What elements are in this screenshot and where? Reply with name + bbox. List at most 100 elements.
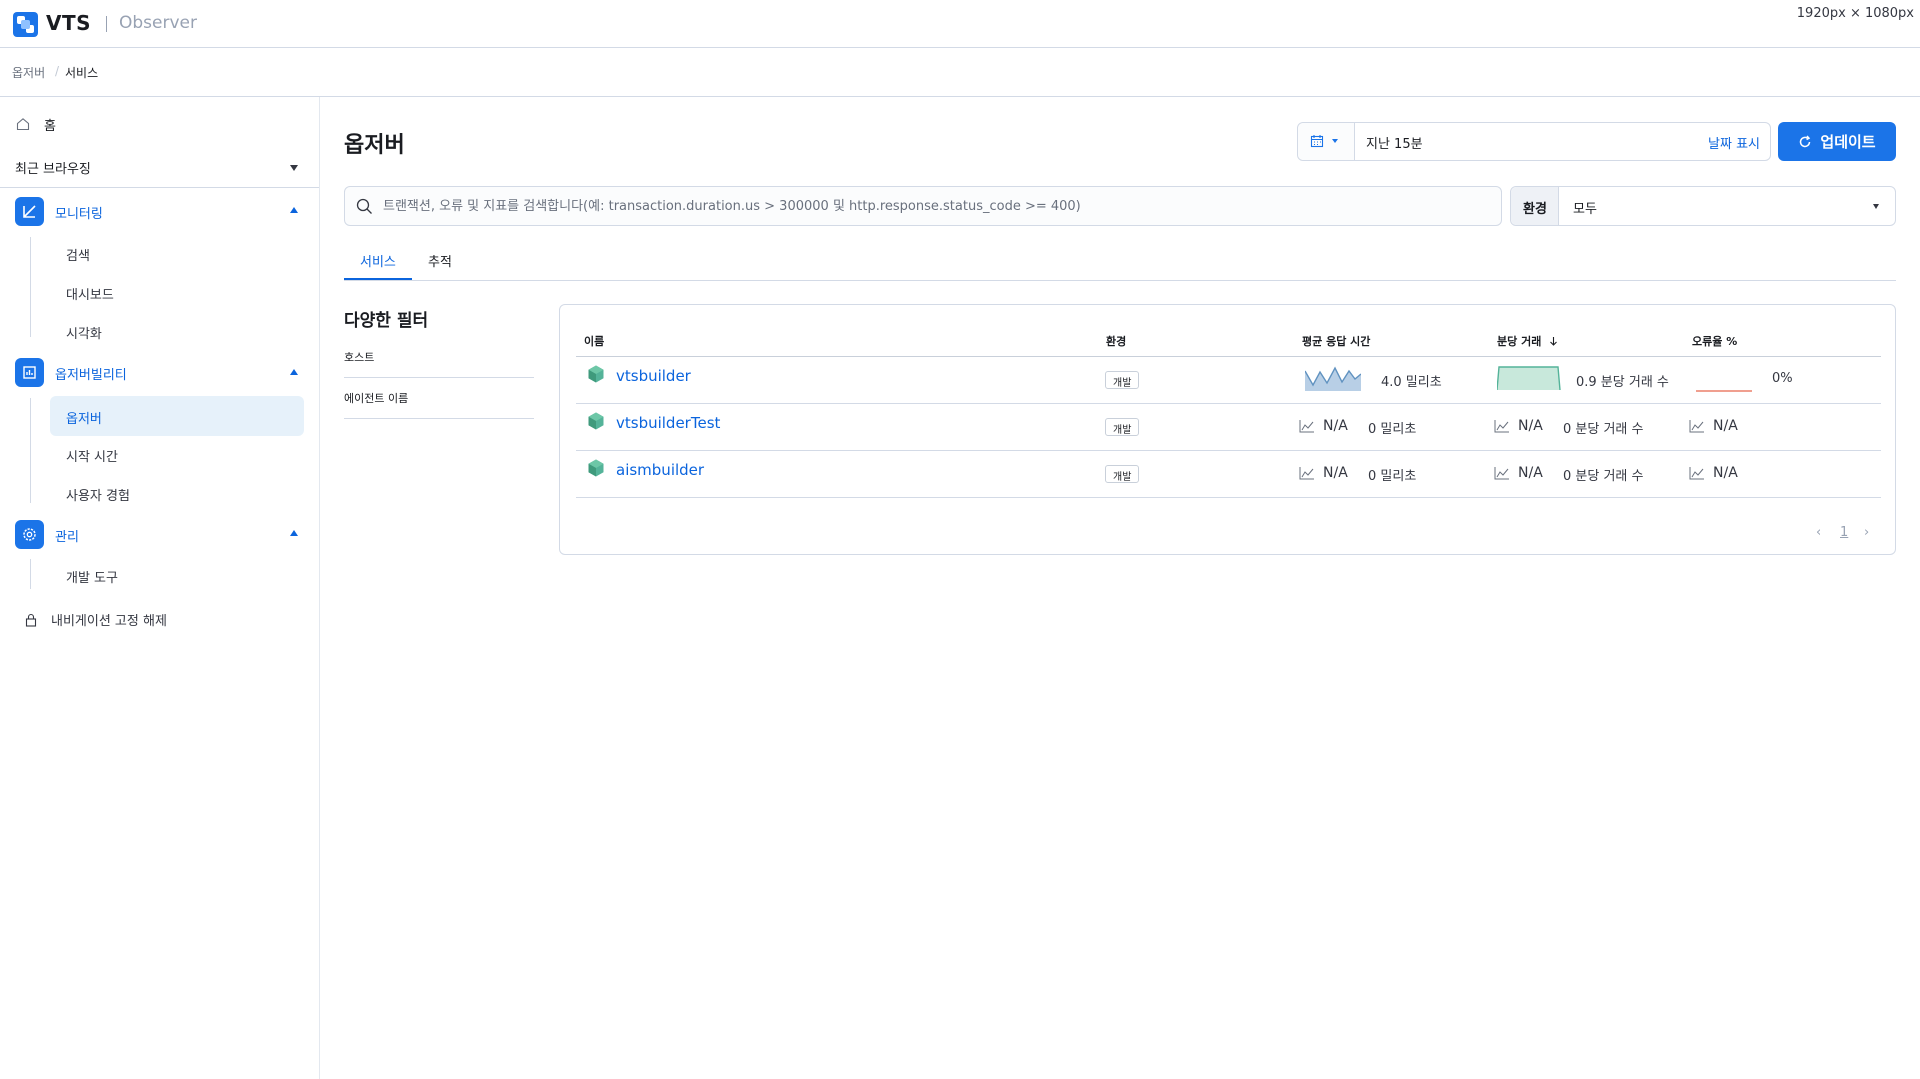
update-button-label: 업데이트 <box>1820 133 1876 151</box>
latency-value: 4.0 밀리초 <box>1381 375 1442 390</box>
sidebar-item-home[interactable]: 홈 <box>16 114 56 134</box>
latency-value: 0 밀리초 <box>1368 469 1417 484</box>
throughput-na: N/A <box>1494 418 1543 434</box>
tab-traces[interactable]: 추적 <box>428 251 452 270</box>
service-name-link[interactable]: aismbuilder <box>616 461 704 479</box>
environment-label: 환경 <box>1511 187 1559 225</box>
error-rate-value: 0% <box>1772 371 1793 386</box>
chart-line-icon <box>1494 420 1509 433</box>
service-icon <box>588 459 604 477</box>
tab-bar: 서비스 추적 <box>344 240 1896 281</box>
date-range-value[interactable]: 지난 15분 <box>1366 133 1423 152</box>
chart-line-icon <box>1689 467 1704 480</box>
sidebar-group-label: 모니터링 <box>55 207 103 222</box>
environment-select[interactable]: 환경 모두 <box>1510 186 1896 226</box>
column-header-latency[interactable]: 평균 응답 시간 <box>1302 333 1370 349</box>
error-rate-value: N/A <box>1713 465 1738 481</box>
page-title: 옵저버 <box>344 133 405 158</box>
sidebar-group-label: 관리 <box>55 530 79 545</box>
screen-size-label: 1920px × 1080px <box>1796 6 1914 21</box>
service-icon <box>588 365 604 383</box>
filters-title: 다양한 필터 <box>344 311 429 331</box>
throughput-value: 0 분당 거래 수 <box>1563 422 1644 437</box>
update-button[interactable]: 업데이트 <box>1778 122 1896 161</box>
tab-services[interactable]: 서비스 <box>360 251 396 270</box>
latency-value: 0 밀리초 <box>1368 422 1417 437</box>
column-header-throughput[interactable]: 분당 거래 <box>1497 333 1558 349</box>
error-rate-na: N/A <box>1689 418 1738 434</box>
logo-text[interactable]: VTS <box>46 11 91 35</box>
latency-na: N/A <box>1299 418 1348 434</box>
sidebar-item-visualize[interactable]: 시각화 <box>66 323 102 342</box>
chevron-up-icon <box>290 207 298 213</box>
throughput-na-label: N/A <box>1518 465 1543 481</box>
monitoring-icon <box>15 197 44 226</box>
service-name-link[interactable]: vtsbuilder <box>616 367 691 385</box>
vts-logo-icon[interactable] <box>13 12 38 37</box>
latency-na-label: N/A <box>1323 418 1348 434</box>
column-header-error-rate[interactable]: 오류율 % <box>1692 333 1737 349</box>
environment-badge: 개발 <box>1105 465 1140 483</box>
environment-badge: 개발 <box>1105 371 1140 389</box>
column-header-label: 분당 거래 <box>1497 335 1542 348</box>
sidebar-item-user-experience[interactable]: 사용자 경험 <box>66 485 130 504</box>
show-dates-link[interactable]: 날짜 표시 <box>1708 133 1760 152</box>
breadcrumb-observer[interactable]: 옵저버 <box>12 64 45 81</box>
sidebar-item-dev-tools[interactable]: 개발 도구 <box>66 567 118 586</box>
environment-badge: 개발 <box>1105 418 1140 436</box>
home-icon <box>16 118 30 131</box>
logo-divider <box>106 16 107 32</box>
column-header-name[interactable]: 이름 <box>584 333 604 349</box>
product-name: Observer <box>119 13 197 33</box>
active-tab-indicator <box>344 278 412 280</box>
sidebar-item-label: 홈 <box>44 118 56 134</box>
observability-icon <box>15 358 44 387</box>
sidebar-item-dashboard[interactable]: 대시보드 <box>66 284 114 303</box>
latency-sparkline <box>1305 366 1361 391</box>
pagination-prev-icon[interactable]: ‹ <box>1816 525 1821 540</box>
nav-tree-line <box>30 398 31 503</box>
chevron-up-icon <box>290 530 298 536</box>
chevron-down-icon <box>1332 139 1338 143</box>
chevron-up-icon <box>290 369 298 375</box>
sidebar-item-search[interactable]: 검색 <box>66 245 90 264</box>
service-icon <box>588 412 604 430</box>
error-rate-na: N/A <box>1689 465 1738 481</box>
unpin-navigation-button[interactable]: 내비게이션 고정 해제 <box>25 610 167 629</box>
top-header: VTS Observer 1920px × 1080px <box>0 0 1920 48</box>
recent-browsing-label: 최근 브라우징 <box>15 162 91 177</box>
pagination-page[interactable]: 1 <box>1840 525 1848 540</box>
latency-na: N/A <box>1299 465 1348 481</box>
sidebar: 홈 최근 브라우징 모니터링 검색 대시보드 시각화 옵저버빌리티 옵저버 시작… <box>0 97 320 1079</box>
throughput-value: 0.9 분당 거래 수 <box>1576 375 1669 390</box>
breadcrumb: 옵저버 / 서비스 <box>0 48 1920 97</box>
lock-icon <box>25 613 37 627</box>
chart-line-icon <box>1299 467 1314 480</box>
sort-descending-icon <box>1550 337 1558 346</box>
breadcrumb-services: 서비스 <box>65 66 99 80</box>
nav-tree-line <box>30 559 31 589</box>
chart-line-icon <box>1494 467 1509 480</box>
sidebar-item-uptime[interactable]: 시작 시간 <box>66 446 118 465</box>
services-table: 이름 환경 평균 응답 시간 분당 거래 오류율 % vtsbuilder 개발… <box>559 304 1896 555</box>
row-divider <box>576 450 1881 451</box>
row-divider <box>576 403 1881 404</box>
throughput-na-label: N/A <box>1518 418 1543 434</box>
environment-value: 모두 <box>1573 202 1597 217</box>
chart-line-icon <box>1299 420 1314 433</box>
service-name-link[interactable]: vtsbuilderTest <box>616 414 720 432</box>
nav-tree-line <box>30 237 31 337</box>
pagination-next-icon[interactable]: › <box>1864 525 1869 540</box>
filter-host[interactable]: 호스트 <box>344 337 534 378</box>
sidebar-item-observer[interactable]: 옵저버 <box>50 396 304 436</box>
column-header-environment[interactable]: 환경 <box>1106 333 1126 349</box>
chevron-down-icon <box>290 165 298 171</box>
search-input[interactable] <box>383 187 1483 225</box>
latency-na-label: N/A <box>1323 465 1348 481</box>
quick-date-menu-button[interactable] <box>1298 123 1355 160</box>
calendar-icon <box>1310 135 1324 148</box>
header-divider <box>576 356 1881 357</box>
error-rate-sparkline <box>1696 390 1752 392</box>
recent-browsing-toggle[interactable]: 최근 브라우징 <box>0 148 319 188</box>
filter-agent-name[interactable]: 에이전트 이름 <box>344 378 534 419</box>
